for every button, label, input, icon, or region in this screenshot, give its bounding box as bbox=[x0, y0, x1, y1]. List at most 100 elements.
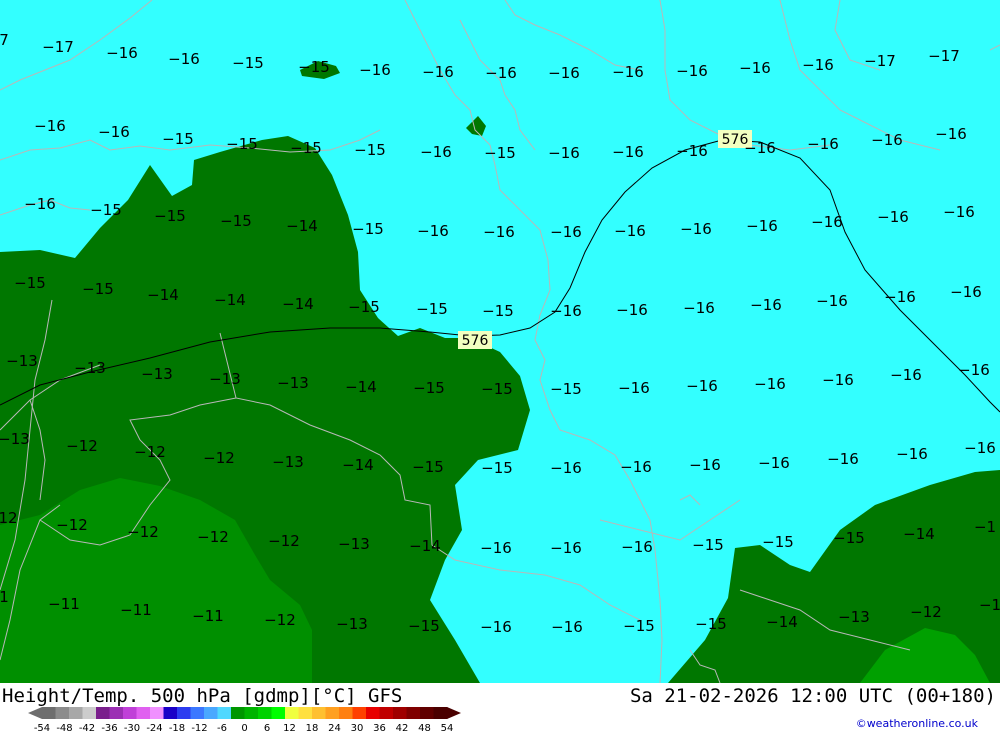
temp-label: −14 bbox=[214, 291, 246, 309]
temp-label: −13 bbox=[74, 359, 106, 377]
temp-label: −14 bbox=[286, 217, 318, 235]
temp-label: −16 bbox=[827, 450, 859, 468]
temp-label: −15 bbox=[762, 533, 794, 551]
temp-label: −12 bbox=[268, 532, 300, 550]
temp-label: −16 bbox=[807, 135, 839, 153]
temp-label: −15 bbox=[90, 201, 122, 219]
legend-swatch bbox=[55, 707, 70, 719]
temp-label: −14 bbox=[345, 378, 377, 396]
temp-label: −16 bbox=[877, 208, 909, 226]
temp-label: 12 bbox=[0, 509, 18, 527]
temp-label: −16 bbox=[24, 195, 56, 213]
temp-label: −16 bbox=[884, 288, 916, 306]
temp-label: −15 bbox=[352, 220, 384, 238]
legend-tick-label: -12 bbox=[191, 723, 207, 733]
legend-tick-label: -6 bbox=[217, 723, 227, 733]
legend-swatch bbox=[42, 707, 56, 719]
legend-swatch bbox=[379, 707, 394, 719]
temp-label: −11 bbox=[120, 601, 152, 619]
temp-label: −17 bbox=[42, 38, 74, 56]
temp-label: −15 bbox=[290, 139, 322, 157]
temp-label: −13 bbox=[338, 535, 370, 553]
temp-label: −16 bbox=[550, 459, 582, 477]
temp-label: −16 bbox=[98, 123, 130, 141]
temp-label: −12 bbox=[56, 516, 88, 534]
temp-label: −15 bbox=[695, 615, 727, 633]
temp-label: −16 bbox=[758, 454, 790, 472]
temp-label: −14 bbox=[766, 613, 798, 631]
credit-link[interactable]: ©weatheronline.co.uk bbox=[856, 717, 978, 730]
temp-label: −16 bbox=[422, 63, 454, 81]
temp-label: −16 bbox=[551, 618, 583, 636]
temp-label: −14 bbox=[342, 456, 374, 474]
legend-tick-label: 0 bbox=[241, 723, 247, 733]
temp-label: −16 bbox=[359, 61, 391, 79]
temp-label: −12 bbox=[66, 437, 98, 455]
legend-swatch bbox=[258, 707, 272, 719]
temp-label: −13 bbox=[0, 430, 30, 448]
temp-label: −15 bbox=[692, 536, 724, 554]
color-legend: -54 -48 -42 -36 -30 -24 -18 -12 -6 0 6 12 18 24 30 36 42… bbox=[28, 707, 461, 733]
legend-swatch bbox=[190, 707, 205, 719]
temp-label: −12 bbox=[134, 443, 166, 461]
temp-label: −14 bbox=[147, 286, 179, 304]
temp-label: −16 bbox=[417, 222, 449, 240]
temp-label: −13 bbox=[277, 374, 309, 392]
temp-label: −15 bbox=[833, 529, 865, 547]
legend-swatch bbox=[204, 707, 218, 719]
legend-tick-label: -18 bbox=[169, 723, 185, 733]
temp-label: −17 bbox=[864, 52, 896, 70]
legend-swatch bbox=[393, 707, 407, 719]
temp-label: −12 bbox=[197, 528, 229, 546]
temp-label: −16 bbox=[480, 618, 512, 636]
temp-label: −16 bbox=[550, 539, 582, 557]
legend-tick-label: 12 bbox=[283, 723, 296, 733]
temp-label: −13 bbox=[336, 615, 368, 633]
legend-swatch bbox=[433, 707, 448, 719]
legend-swatch bbox=[285, 707, 299, 719]
legend-swatch bbox=[352, 707, 367, 719]
temp-label: −16 bbox=[739, 59, 771, 77]
weather-map: 576 576 7 −17 −16 −16 −15 −15 −16 −16 −16 −16 −16−… bbox=[0, 0, 1000, 684]
temp-label: −13 bbox=[6, 352, 38, 370]
temp-label: −15 bbox=[14, 274, 46, 292]
map-footer: Height/Temp. 500 hPa [gdmp][°C] GFS Sa 2… bbox=[0, 683, 1000, 733]
temp-label: −15 bbox=[354, 141, 386, 159]
temp-label: −16 bbox=[689, 456, 721, 474]
temp-label: −16 bbox=[822, 371, 854, 389]
temp-label: −16 bbox=[34, 117, 66, 135]
temp-label: −11 bbox=[192, 607, 224, 625]
temp-label: −16 bbox=[754, 375, 786, 393]
legend-tick-label: -42 bbox=[79, 723, 95, 733]
legend-swatch bbox=[406, 707, 421, 719]
temp-label: −16 bbox=[483, 223, 515, 241]
legend-swatch bbox=[82, 707, 97, 719]
legend-tick-label: -54 bbox=[34, 723, 50, 733]
legend-swatch bbox=[150, 707, 164, 719]
temp-label: 1 bbox=[0, 588, 9, 606]
legend-arrow-left bbox=[28, 707, 42, 719]
temp-label: −16 bbox=[676, 62, 708, 80]
legend-swatch bbox=[312, 707, 326, 719]
temp-label: −16 bbox=[548, 64, 580, 82]
legend-swatch bbox=[163, 707, 178, 719]
temp-label: −13 bbox=[141, 365, 173, 383]
temp-label: −12 bbox=[910, 603, 942, 621]
temp-label: −15 bbox=[220, 212, 252, 230]
temp-label: −16 bbox=[683, 299, 715, 317]
legend-swatch bbox=[177, 707, 191, 719]
temp-label: −16 bbox=[616, 301, 648, 319]
legend-tick-label: -24 bbox=[146, 723, 162, 733]
temp-label: −15 bbox=[623, 617, 655, 635]
temp-label: −16 bbox=[168, 50, 200, 68]
temp-label: −13 bbox=[838, 608, 870, 626]
legend-tick-label: 42 bbox=[396, 723, 409, 733]
legend-tick-label: 30 bbox=[351, 723, 364, 733]
temp-label: −15 bbox=[226, 135, 258, 153]
legend-swatch bbox=[271, 707, 286, 719]
temp-label: −16 bbox=[680, 220, 712, 238]
temp-label: −16 bbox=[896, 445, 928, 463]
temp-label: −15 bbox=[481, 459, 513, 477]
temp-label: −15 bbox=[162, 130, 194, 148]
temp-label: −14 bbox=[903, 525, 935, 543]
